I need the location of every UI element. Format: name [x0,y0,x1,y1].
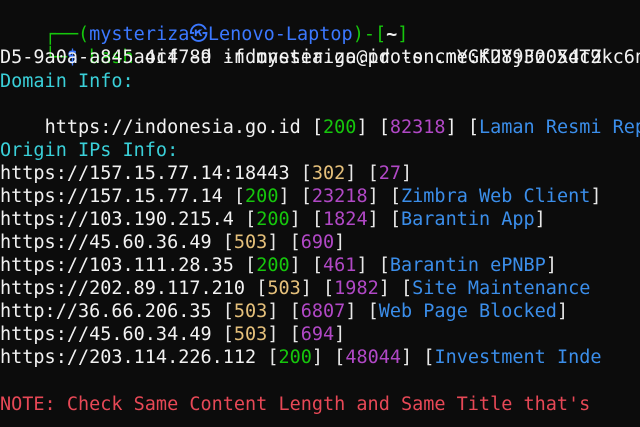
origin-status: 503 [233,301,268,322]
table-row: https://45.60.36.49 [503] [690] [0,232,346,253]
table-row: https://103.190.215.4 [200] [1824] [Bara… [0,209,546,230]
origin-status: 200 [245,186,279,207]
origin-status: 200 [256,255,290,276]
origin-length: 48044 [345,347,402,368]
domain-info-header: Domain Info: [0,71,134,92]
domain-status: 200 [323,117,357,138]
origin-title: Site Maintenance [412,278,591,299]
origin-title: Web Page Blocked [378,301,557,322]
origin-length: 6807 [300,301,346,322]
origin-status: 503 [267,278,301,299]
table-row: https://202.89.117.210 [503] [1982] [Sit… [0,278,591,299]
table-row: https://157.15.77.14:18443 [302] [27] [0,163,413,184]
table-row: https://203.114.226.112 [200] [48044] [I… [0,347,602,368]
origin-length: 461 [323,255,357,276]
domain-url: https://indonesia.go.id [44,117,301,138]
domain-length: 82318 [389,117,446,138]
table-row: https://157.15.77.14 [200] [23218] [Zimb… [0,186,602,207]
origin-url: https://203.114.226.112 [0,347,257,368]
origin-title: Zimbra Web Client [401,186,591,207]
origin-length: 1824 [323,209,368,230]
origin-status: 200 [278,347,312,368]
note-line: NOTE: Check Same Content Length and Same… [0,394,591,415]
origin-status: 200 [256,209,290,230]
origin-length: 694 [300,324,335,345]
command-args-wrap: D5-9a0a-a845a4c4789 -f mysteriza@proton.… [0,47,602,68]
table-row: https://103.111.28.35 [200] [461] [Baran… [0,255,557,276]
origin-title: Barantin App [401,209,535,230]
origin-url: http://36.66.206.35 [0,301,212,322]
prompt-line-2[interactable]: └─$ bash oif -d indonesia.go.id -s cmYGK… [0,23,640,68]
origin-url: https://103.190.215.4 [0,209,234,230]
origin-url: https://45.60.34.49 [0,324,212,345]
origin-status: 302 [311,163,346,184]
origin-url: https://157.15.77.14:18443 [0,163,290,184]
domain-info-row: https://indonesia.go.id [200] [82318] [L… [0,93,640,138]
prompt-line-1: ┌──(mysteriza㉿Lenovo-Laptop)-[~] [0,0,409,45]
origin-url: https://103.111.28.35 [0,255,234,276]
table-row: http://36.66.206.35 [503] [6807] [Web Pa… [0,301,569,322]
origin-length: 23218 [311,186,368,207]
origin-url: https://202.89.117.210 [0,278,246,299]
origin-status: 503 [233,324,268,345]
domain-title: Laman Resmi Rep [479,117,640,138]
origin-length: 27 [378,163,401,184]
origin-title: Investment Inde [434,347,602,368]
origin-url: https://157.15.77.14 [0,186,223,207]
table-row: https://45.60.34.49 [503] [694] [0,324,346,345]
origin-url: https://45.60.36.49 [0,232,212,253]
origin-length: 690 [300,232,335,253]
origin-info-header: Origin IPs Info: [0,140,179,161]
origin-length: 1982 [334,278,379,299]
terminal-window[interactable]: ┌──(mysteriza㉿Lenovo-Laptop)-[~] └─$ bas… [0,0,640,427]
origin-title: Barantin ePNBP [389,255,546,276]
origin-status: 503 [233,232,268,253]
